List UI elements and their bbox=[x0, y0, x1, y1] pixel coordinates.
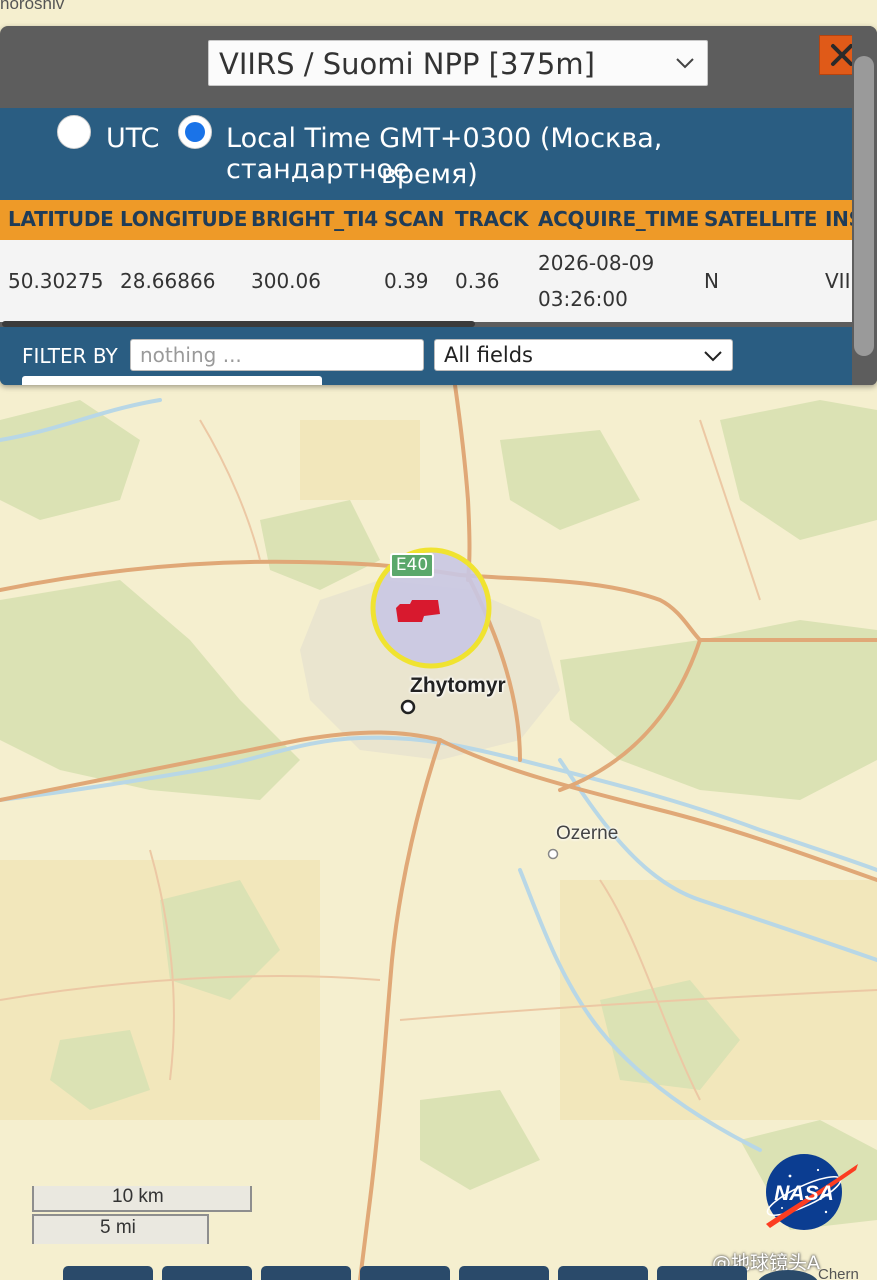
city-label: Zhytomyr bbox=[410, 674, 506, 697]
chevron-down-icon bbox=[676, 58, 694, 69]
sensor-select-value: VIIRS / Suomi NPP [375m] bbox=[219, 47, 595, 81]
radio-utc[interactable] bbox=[57, 115, 91, 149]
radio-utc-label: UTC bbox=[106, 123, 160, 154]
nasa-meatball-icon: NASA bbox=[766, 1154, 858, 1230]
cell-track: 0.36 bbox=[455, 269, 500, 293]
column-header-instrument[interactable]: INS bbox=[825, 207, 852, 231]
filter-label: FILTER BY bbox=[22, 344, 118, 368]
cell-longitude: 28.66866 bbox=[120, 269, 216, 293]
nasa-logo-text: NASA bbox=[774, 1182, 834, 1205]
fire-data-panel: VIIRS / Suomi NPP [375m] UTC Local Time … bbox=[0, 26, 877, 385]
column-header-longitude[interactable]: LONGITUDE bbox=[120, 207, 247, 231]
cell-acquire-time: 03:26:00 bbox=[538, 287, 628, 311]
radio-selected-dot bbox=[185, 122, 205, 142]
cell-satellite: N bbox=[704, 269, 719, 293]
toolbar-button-7[interactable] bbox=[657, 1266, 747, 1280]
filter-bar: FILTER BY All fields bbox=[0, 327, 852, 385]
close-icon bbox=[831, 44, 853, 66]
toolbar-button-6[interactable] bbox=[558, 1266, 648, 1280]
toolbar-button-5[interactable] bbox=[459, 1266, 549, 1280]
town-label-bottom-right: Chern bbox=[818, 1266, 859, 1280]
scale-km-label: 10 km bbox=[112, 1186, 164, 1207]
town-label: Ozerne bbox=[556, 823, 619, 844]
table-header: LATITUDE LONGITUDE BRIGHT_TI4 SCAN TRACK… bbox=[0, 200, 852, 240]
filter-input[interactable] bbox=[130, 339, 424, 371]
column-header-track[interactable]: TRACK bbox=[455, 207, 529, 231]
cell-acquire-date: 2026-08-09 bbox=[538, 251, 655, 275]
road-shield-e40: E40 bbox=[390, 553, 434, 578]
fields-select-value: All fields bbox=[444, 343, 533, 367]
scale-bar: 10 km 5 mi bbox=[32, 1186, 252, 1246]
chevron-down-icon bbox=[704, 351, 722, 362]
radio-local-time[interactable] bbox=[178, 115, 212, 149]
toolbar-button-3[interactable] bbox=[261, 1266, 351, 1280]
column-header-latitude[interactable]: LATITUDE bbox=[8, 207, 114, 231]
column-header-satellite[interactable]: SATELLITE bbox=[704, 207, 817, 231]
time-zone-bar: UTC Local Time GMT+0300 (Москва, стандар… bbox=[0, 108, 852, 200]
toolbar-button-1[interactable] bbox=[63, 1266, 153, 1280]
cell-bright: 300.06 bbox=[251, 269, 321, 293]
vertical-scrollbar[interactable] bbox=[854, 56, 874, 356]
radio-local-label-cont: время) bbox=[381, 159, 478, 190]
toolbar-button-4[interactable] bbox=[360, 1266, 450, 1280]
table-row[interactable]: 50.30275 28.66866 300.06 0.39 0.36 2026-… bbox=[0, 240, 852, 322]
cell-latitude: 50.30275 bbox=[8, 269, 104, 293]
toolbar-button-2[interactable] bbox=[162, 1266, 252, 1280]
nasa-logo[interactable]: NASA bbox=[760, 1150, 860, 1232]
scale-mi-label: 5 mi bbox=[100, 1217, 136, 1238]
sensor-select[interactable]: VIIRS / Suomi NPP [375m] bbox=[208, 40, 708, 86]
cell-instrument: VII bbox=[825, 269, 851, 293]
filter-extra-field[interactable] bbox=[22, 376, 322, 385]
town-label-top-left: noroshiv bbox=[0, 0, 65, 13]
radio-local-label: Local Time GMT+0300 (Москва, стандартное bbox=[226, 123, 663, 185]
column-header-scan[interactable]: SCAN bbox=[384, 207, 444, 231]
column-header-bright[interactable]: BRIGHT_TI4 bbox=[251, 207, 378, 231]
fields-select[interactable]: All fields bbox=[434, 339, 733, 371]
column-header-acquire-time[interactable]: ACQUIRE_TIME bbox=[538, 207, 699, 231]
cell-scan: 0.39 bbox=[384, 269, 429, 293]
